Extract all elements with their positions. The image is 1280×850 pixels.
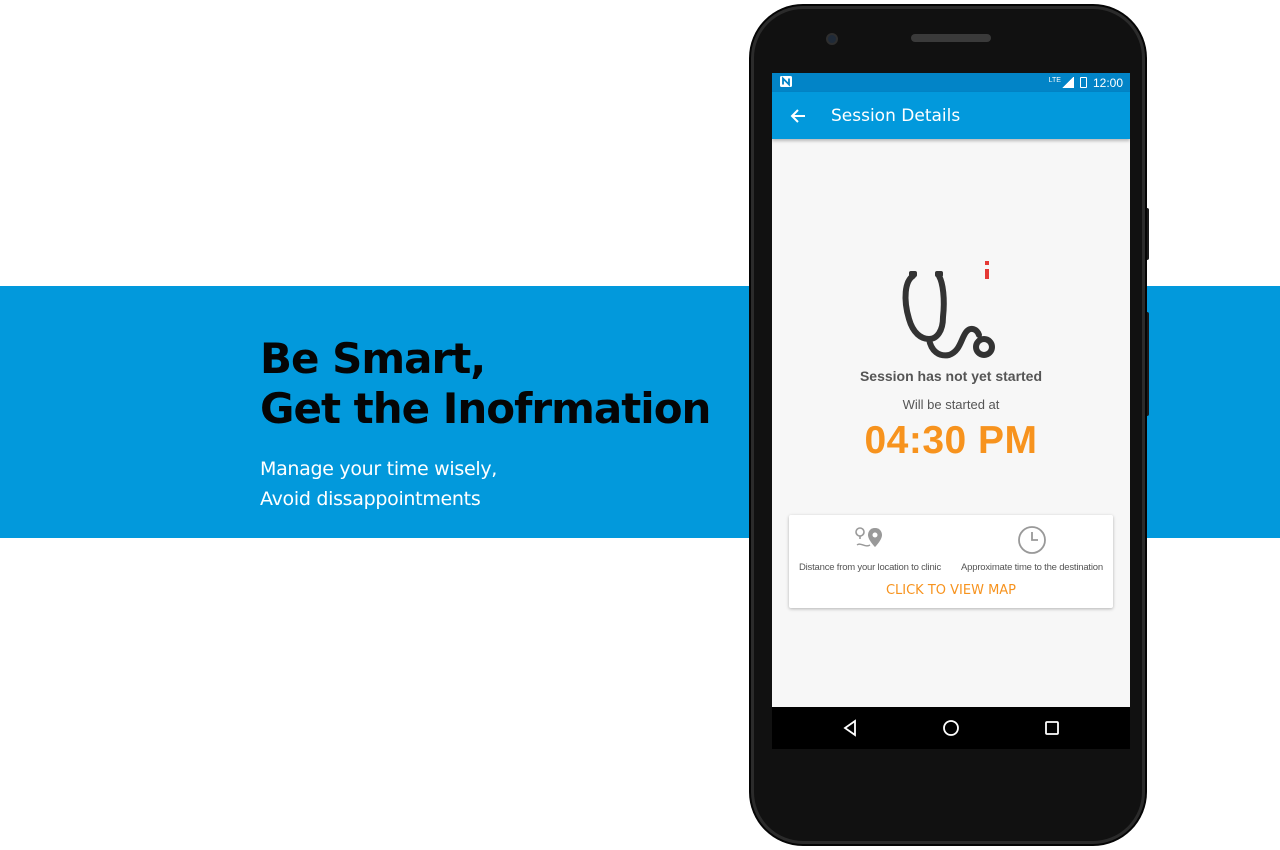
start-time: 04:30 PM <box>864 419 1038 462</box>
back-button[interactable] <box>772 108 818 124</box>
phone-frame: LTE 12:00 Session Details Session has no… <box>751 6 1145 844</box>
info-badge-stem <box>985 269 989 279</box>
info-badge-dot <box>985 261 989 265</box>
distance-label: Distance from your location to clinic <box>798 562 942 573</box>
page-title: Session Details <box>831 105 961 126</box>
subtext-line-2: Avoid dissappointments <box>260 488 481 510</box>
notification-n-icon <box>780 75 792 90</box>
app-bar: Session Details <box>772 92 1130 139</box>
arrow-back-icon <box>790 108 805 123</box>
nav-home-button[interactable] <box>931 708 971 748</box>
square-recents-icon <box>1044 721 1059 735</box>
circle-home-icon <box>943 720 959 736</box>
status-icons: LTE 12:00 <box>1049 76 1123 90</box>
status-bar: LTE 12:00 <box>772 73 1130 92</box>
nav-back-button[interactable] <box>830 708 870 748</box>
eta-label: Approximate time to the destination <box>961 562 1103 573</box>
page: Be Smart, Get the Inofrmation Manage you… <box>0 0 1280 850</box>
start-time-label: Will be started at <box>902 397 1000 412</box>
triangle-back-icon <box>843 719 857 737</box>
session-status: Session has not yet started <box>859 368 1043 384</box>
promo-subtext: Manage your time wisely, Avoid dissappoi… <box>260 454 710 514</box>
promo-headline: Be Smart, Get the Inofrmation <box>260 334 711 434</box>
view-map-link[interactable]: CLICK TO VIEW MAP <box>789 583 1113 598</box>
headline-line-1: Be Smart, <box>260 334 486 383</box>
phone-screen: LTE 12:00 Session Details Session has no… <box>772 73 1130 749</box>
clock-icon <box>1018 526 1046 554</box>
system-nav-bar <box>772 707 1130 749</box>
battery-icon <box>1079 77 1087 88</box>
nav-recents-button[interactable] <box>1032 708 1072 748</box>
status-time: 12:00 <box>1092 75 1123 90</box>
location-route-icon <box>855 527 882 547</box>
distance-column: Distance from your location to clinic <box>789 525 951 573</box>
network-type-label: LTE <box>1048 76 1061 84</box>
front-camera <box>826 33 838 45</box>
subtext-line-1: Manage your time wisely, <box>260 458 498 480</box>
signal-icon <box>1061 77 1074 88</box>
travel-info-card: Distance from your location to clinic Ap… <box>789 515 1113 608</box>
headline-line-2: Get the Inofrmation <box>260 384 711 433</box>
session-content: Session has not yet started Will be star… <box>772 139 1130 749</box>
promo-text-block: Be Smart, Get the Inofrmation Manage you… <box>260 334 711 514</box>
eta-column: Approximate time to the destination <box>951 525 1113 573</box>
earpiece-speaker <box>911 34 991 42</box>
stethoscope-icon <box>902 261 995 359</box>
